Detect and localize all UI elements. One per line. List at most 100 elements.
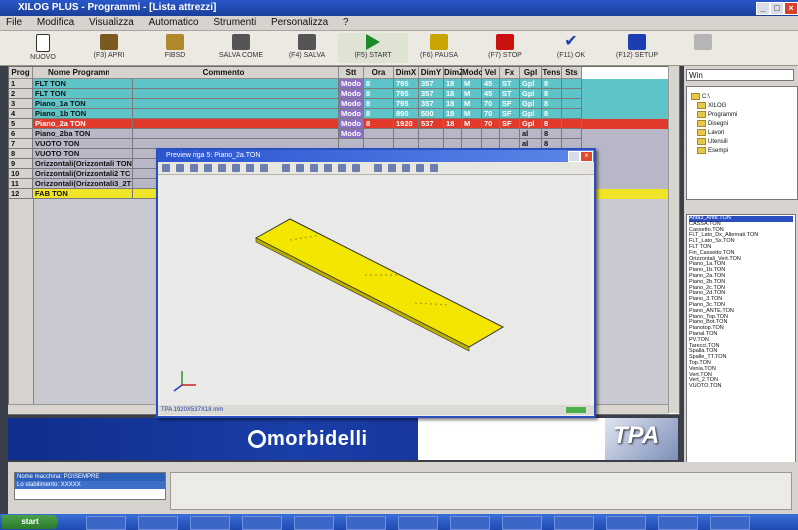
table-row[interactable]: 3 Piano_1a TON Modo 8 795 357 18 M 70 SF Gpl 8	[9, 99, 679, 109]
column-header-sts[interactable]: Sts	[562, 67, 582, 79]
toolbar-button-7[interactable]: (F7) STOP	[470, 33, 540, 63]
folder-tree-item[interactable]: Utensili	[697, 138, 728, 146]
zoom-prev-icon[interactable]	[260, 164, 268, 172]
toolbar-button-8[interactable]: ✔ (F11) OK	[536, 33, 606, 63]
taskbar-item[interactable]	[190, 516, 230, 530]
cell-modo: M	[462, 89, 482, 99]
toolbar-button-9[interactable]: (F12) SETUP	[602, 33, 672, 63]
cell-sts	[562, 79, 582, 89]
taskbar-item[interactable]	[86, 516, 126, 530]
column-header-dimx[interactable]: DimX	[394, 67, 419, 79]
view-front-icon[interactable]	[324, 164, 332, 172]
folder-label: Lavori	[708, 130, 725, 137]
toolbar-button-3[interactable]: SALVA COME	[206, 33, 276, 63]
folder-tree-item[interactable]: C:\	[691, 93, 710, 101]
view-iso-icon[interactable]	[352, 164, 360, 172]
table-row[interactable]: 6 Piano_2ba TON Modo al 8	[9, 129, 679, 139]
zoom-in-icon[interactable]	[204, 164, 212, 172]
column-header-tens[interactable]: Tens	[542, 67, 562, 79]
table-row[interactable]: 5 Piano_2a TON Modo 8 1920 537 18 M 70 SF Gpl 8	[9, 119, 679, 129]
taskbar-item[interactable]	[502, 516, 542, 530]
menu-item-automatico[interactable]: Automatico	[143, 16, 205, 30]
hidden-icon[interactable]	[416, 164, 424, 172]
shade-icon[interactable]	[388, 164, 396, 172]
cell-fx: ST	[500, 79, 520, 89]
menu-item-strumenti[interactable]: Strumenti	[207, 16, 262, 30]
table-scrollbar[interactable]	[668, 66, 679, 413]
folder-tree-item[interactable]: Esempi	[697, 147, 728, 155]
table-row[interactable]: 1 FLT TON Modo 8 795 357 18 M 45 ST Gpl 8	[9, 79, 679, 89]
toolbar-button-2[interactable]: FIBSD	[140, 33, 210, 63]
view-3d-icon[interactable]	[374, 164, 382, 172]
taskbar-item[interactable]	[554, 516, 594, 530]
info-icon[interactable]	[430, 164, 438, 172]
column-header-prog[interactable]: Prog	[9, 67, 33, 79]
column-header-vel[interactable]: Vel	[482, 67, 500, 79]
zoom-all-icon[interactable]	[246, 164, 254, 172]
column-header-comment[interactable]: Commento	[109, 67, 339, 79]
part-preview-canvas[interactable]	[160, 175, 590, 405]
file-list-item[interactable]: VUOTO.TON	[689, 383, 793, 390]
cell-prog: 2	[9, 89, 33, 99]
table-row[interactable]: 4 Piano_1b TON Modo 8 890 500 18 M 70 SF Gpl 8	[9, 109, 679, 119]
dialog-close-button[interactable]: ×	[580, 151, 593, 162]
file-list[interactable]: Anta3_Ante.TON CASSA.TON Cassetto.TON FLT_L…	[686, 214, 796, 464]
cell-dimz: 18	[444, 119, 462, 129]
column-header-ora[interactable]: Ora	[364, 67, 394, 79]
toolbar-button-0[interactable]: NUOVO	[8, 33, 78, 63]
table-row[interactable]: 2 FLT TON Modo 8 795 357 18 M 45 ST Gpl 8	[9, 89, 679, 99]
column-header-gpl[interactable]: Gpl	[520, 67, 542, 79]
folder-tree-item[interactable]: Lavori	[697, 129, 724, 137]
taskbar-item[interactable]	[346, 516, 386, 530]
zoom-out-icon[interactable]	[218, 164, 226, 172]
maximize-button[interactable]: □	[770, 2, 784, 15]
column-header-stt[interactable]: Stt	[339, 67, 364, 79]
column-header-modo[interactable]: Modo	[462, 67, 483, 79]
toolbar-button-6[interactable]: (F6) PAUSA	[404, 33, 474, 63]
taskbar-item[interactable]	[450, 516, 490, 530]
toolbar-button-4[interactable]: (F4) SALVA	[272, 33, 342, 63]
open-icon[interactable]	[162, 164, 170, 172]
dialog-maximize-button[interactable]	[568, 151, 580, 162]
folder-label: Programmi	[708, 112, 738, 119]
folder-label: C:\	[702, 94, 710, 101]
save-icon[interactable]	[176, 164, 184, 172]
folder-tree[interactable]: C:\ XILOG Programmi Disegni Lavori Utensili Es…	[686, 86, 798, 200]
axis-triad	[173, 371, 196, 392]
taskbar-item[interactable]	[294, 516, 334, 530]
cell-prog: 7	[9, 139, 33, 149]
preview-dialog: Preview riga 5: Piano_2a.TON × TPA 1920X…	[156, 148, 596, 418]
drive-select[interactable]: Win	[686, 69, 794, 81]
taskbar-item[interactable]	[710, 516, 750, 530]
menu-item-help[interactable]: ?	[337, 16, 355, 30]
view-side-icon[interactable]	[338, 164, 346, 172]
view-top-icon[interactable]	[310, 164, 318, 172]
menu-item-personalizza[interactable]: Personalizza	[265, 16, 334, 30]
start-button[interactable]: start	[2, 515, 58, 529]
menu-item-modifica[interactable]: Modifica	[31, 16, 80, 30]
pan-icon[interactable]	[296, 164, 304, 172]
menu-item-visualizza[interactable]: Visualizza	[83, 16, 140, 30]
taskbar-item[interactable]	[242, 516, 282, 530]
close-button[interactable]: ×	[784, 2, 798, 15]
wire-icon[interactable]	[402, 164, 410, 172]
rotate-icon[interactable]	[282, 164, 290, 172]
toolbar-button-1[interactable]: (F3) APRI	[74, 33, 144, 63]
toolbar-button-10[interactable]	[668, 33, 738, 63]
zoom-window-icon[interactable]	[232, 164, 240, 172]
print-icon[interactable]	[190, 164, 198, 172]
folder-tree-item[interactable]: Programmi	[697, 111, 737, 119]
taskbar-item[interactable]	[606, 516, 646, 530]
menu-item-file[interactable]: File	[0, 16, 28, 30]
taskbar-item[interactable]	[658, 516, 698, 530]
taskbar-item[interactable]	[138, 516, 178, 530]
folder-tree-item[interactable]: XILOG	[697, 102, 726, 110]
folder-tree-item[interactable]: Disegni	[697, 120, 728, 128]
toolbar-button-5[interactable]: (F5) START	[338, 33, 408, 63]
column-header-dimz[interactable]: DimZ	[444, 67, 464, 79]
column-header-fx[interactable]: Fx	[500, 67, 520, 79]
minimize-button[interactable]: _	[756, 2, 770, 15]
taskbar-item[interactable]	[398, 516, 438, 530]
column-header-dimy[interactable]: DimY	[419, 67, 444, 79]
brand-banner: morbidelli TPA	[8, 418, 678, 460]
